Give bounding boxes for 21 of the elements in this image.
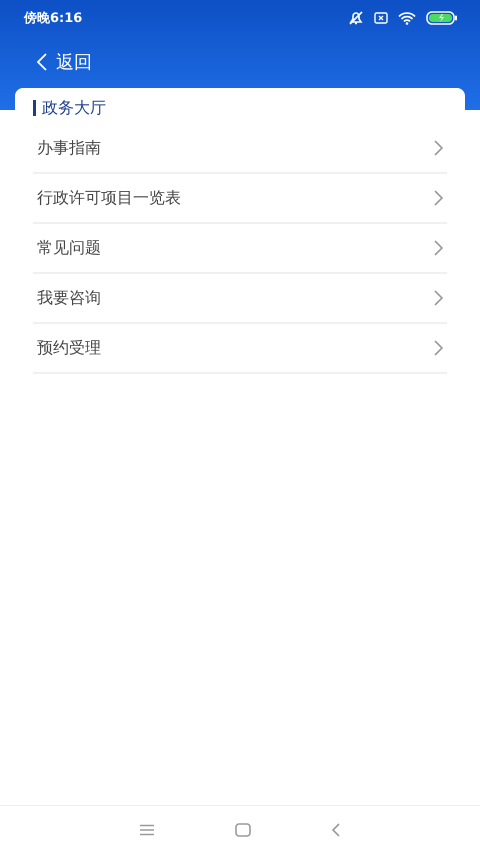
chevron-icon xyxy=(433,139,443,157)
status-time: 傍晚6:16 xyxy=(24,10,82,27)
menu-item[interactable]: 办事指南 xyxy=(33,124,447,174)
menu-item[interactable]: 我要咨询 xyxy=(33,274,447,324)
chevron-icon xyxy=(433,239,443,257)
menu-item[interactable]: 常见问题 xyxy=(33,224,447,274)
chevron-icon xyxy=(433,289,443,307)
back-nav-icon[interactable] xyxy=(331,823,341,837)
menu-icon[interactable] xyxy=(139,824,155,836)
chevron-icon xyxy=(433,339,443,357)
section-title: 政务大厅 xyxy=(33,100,106,116)
menu-item[interactable]: 预约受理 xyxy=(33,324,447,374)
menu-item[interactable]: 行政许可项目一览表 xyxy=(33,174,447,224)
home-icon[interactable] xyxy=(235,823,251,837)
back-icon xyxy=(36,52,48,72)
sim-icon xyxy=(374,12,388,24)
bell-off-icon xyxy=(348,11,364,25)
battery-icon xyxy=(426,11,458,25)
back-button[interactable]: 返回 xyxy=(36,50,92,74)
wifi-icon xyxy=(398,12,416,24)
chevron-icon xyxy=(433,189,443,207)
